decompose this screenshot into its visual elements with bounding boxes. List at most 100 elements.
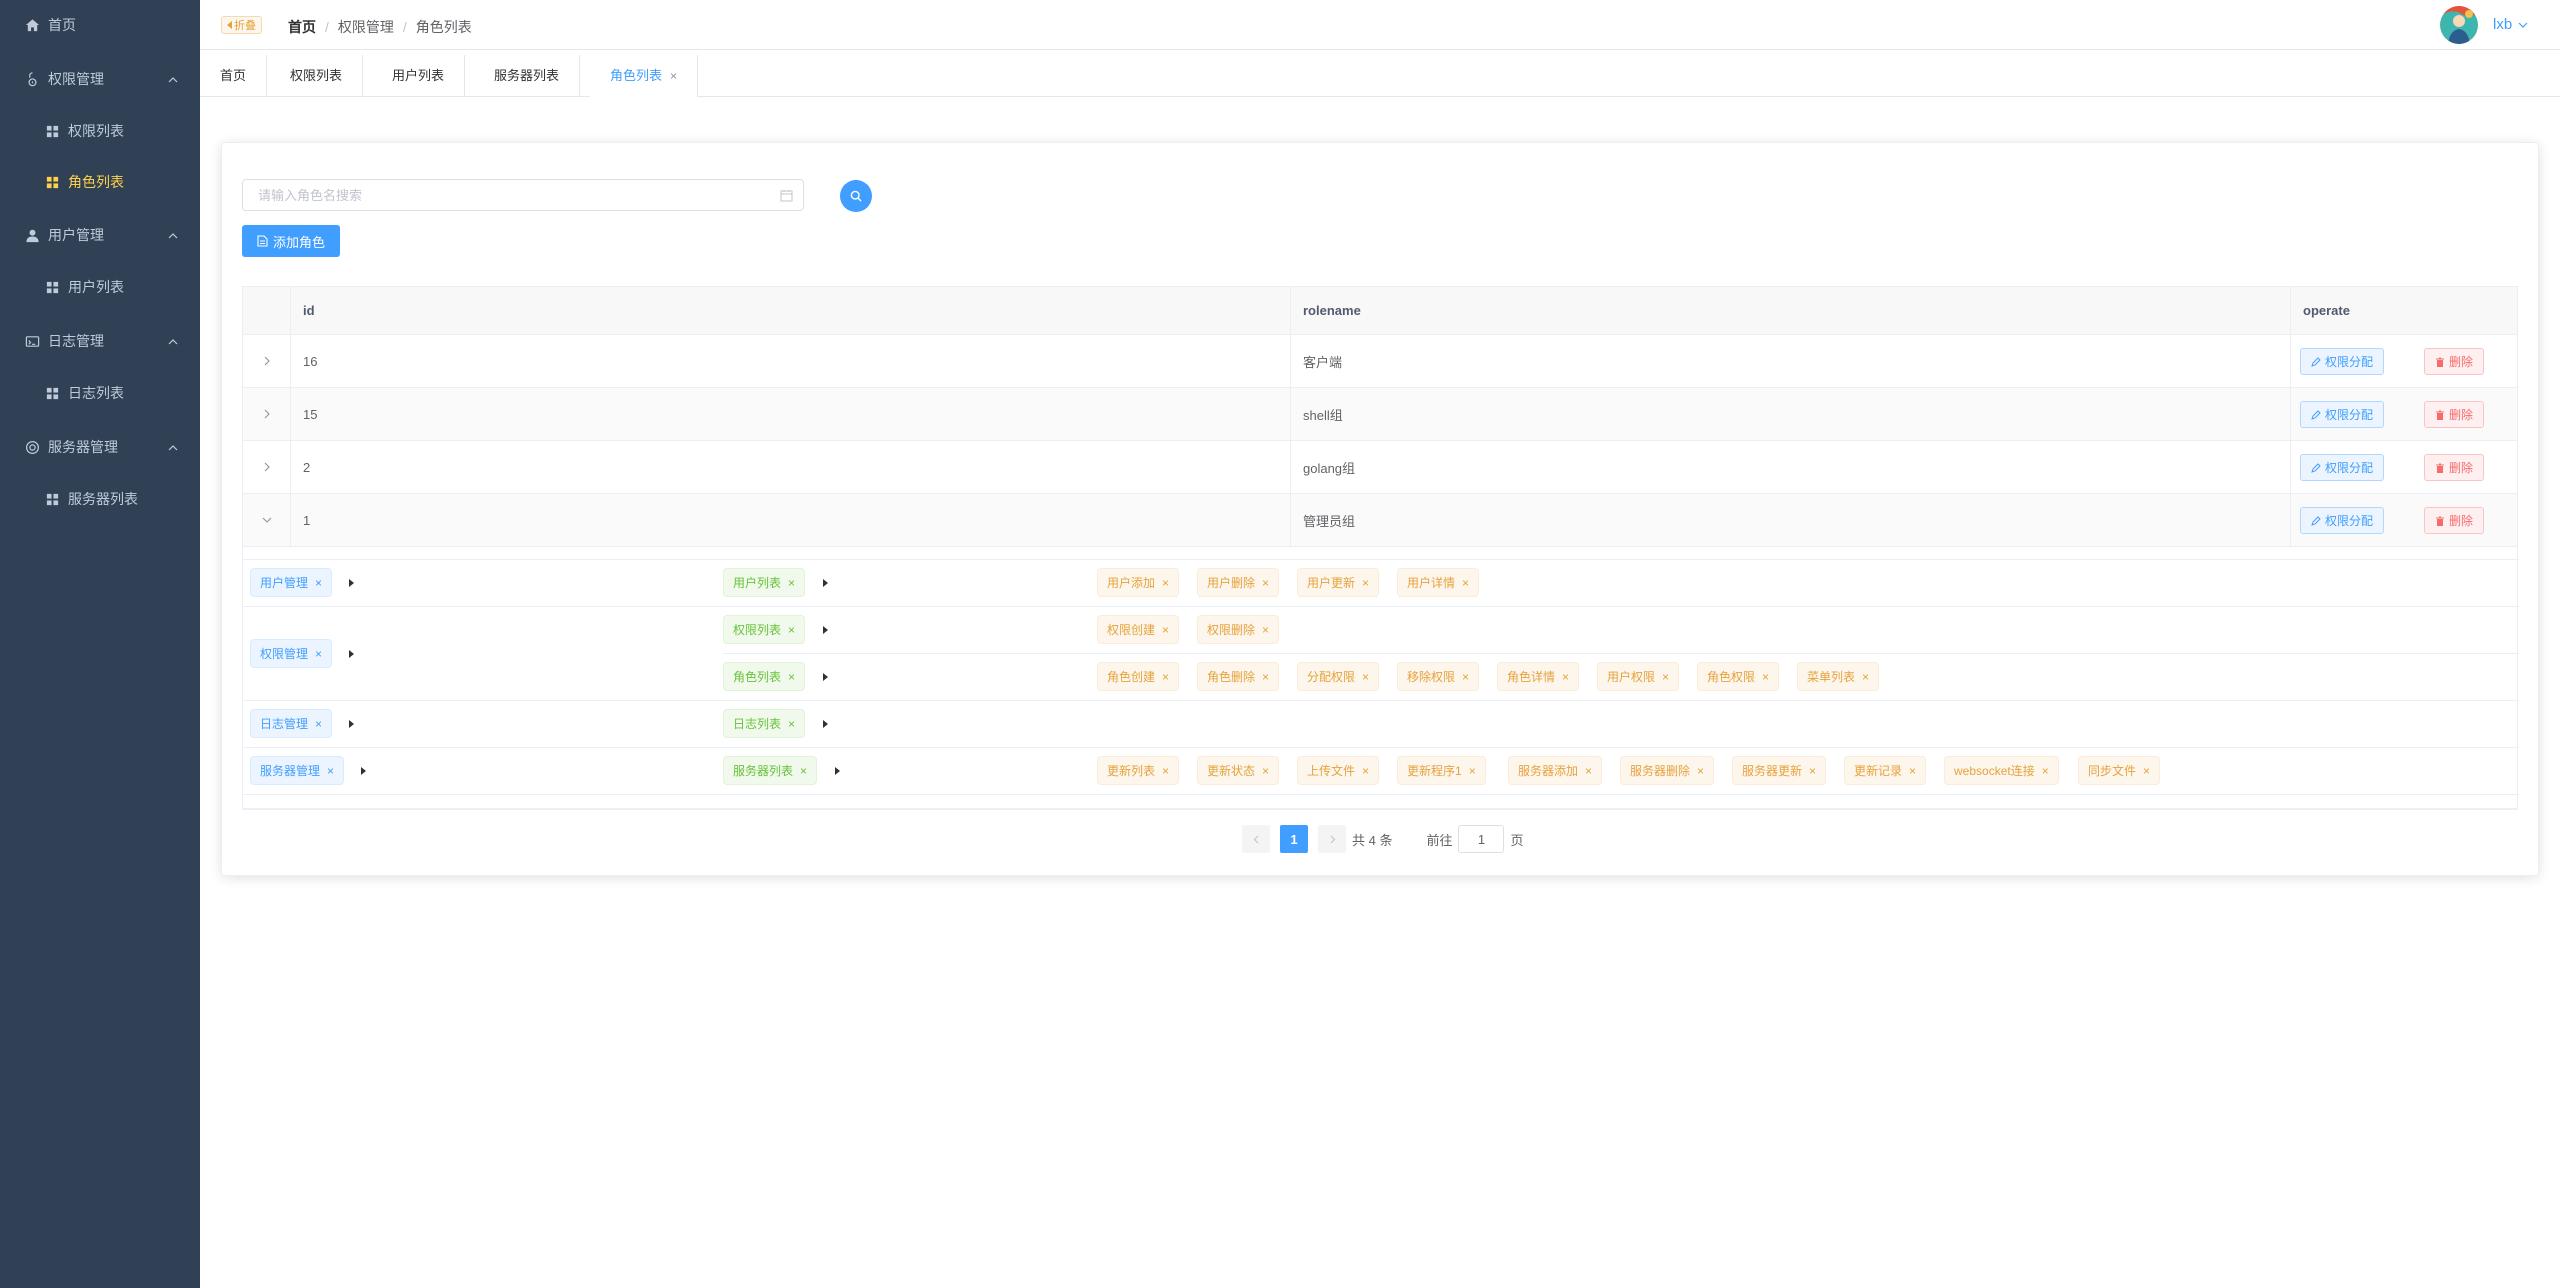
close-icon[interactable]: × (1362, 764, 1369, 778)
sidebar-item-user-management[interactable]: 用户管理 (0, 210, 200, 260)
close-icon[interactable]: × (788, 670, 795, 684)
sidebar-item-label: 日志管理 (48, 333, 104, 349)
permission-tag-l3: 用户添加 × (1097, 568, 1180, 597)
close-icon[interactable]: × (2042, 764, 2049, 778)
tab-home[interactable]: 首页 (200, 55, 268, 97)
divider (723, 653, 2519, 654)
delete-button[interactable]: 删除 (2424, 401, 2485, 428)
tab-permission-list[interactable]: 权限列表 (270, 55, 364, 97)
close-icon[interactable]: × (1909, 764, 1916, 778)
permission-tag-l3: 权限删除 × (1197, 615, 1280, 644)
close-icon[interactable]: × (1162, 764, 1169, 778)
tag-label: 更新程序1 (1407, 764, 1462, 778)
caret-right-icon (823, 720, 828, 728)
close-icon[interactable]: × (1462, 576, 1469, 590)
close-icon[interactable]: × (670, 69, 677, 83)
tag-label: 服务器列表 (733, 764, 794, 778)
sidebar-item-server-list[interactable]: 服务器列表 (0, 474, 200, 524)
delete-button[interactable]: 删除 (2424, 507, 2485, 534)
tag-label: 菜单列表 (1807, 670, 1856, 684)
add-role-button[interactable]: 添加角色 (242, 225, 341, 257)
permission-tag-l3: 用户详情 × (1397, 568, 1480, 597)
chevron-down-icon (2518, 22, 2528, 28)
sidebar-item-log-list[interactable]: 日志列表 (0, 368, 200, 418)
breadcrumb-home[interactable]: 首页 (288, 17, 316, 37)
sidebar-item-server-management[interactable]: 服务器管理 (0, 422, 200, 472)
close-icon[interactable]: × (1262, 576, 1269, 590)
assign-permission-button[interactable]: 权限分配 (2300, 348, 2385, 375)
tab-user-list[interactable]: 用户列表 (372, 55, 466, 97)
chevron-right-icon (262, 356, 272, 366)
close-icon[interactable]: × (788, 623, 795, 637)
permission-tag-l3: 角色创建 × (1097, 662, 1180, 691)
avatar[interactable] (2440, 6, 2478, 44)
goto-page-input[interactable] (1458, 825, 1505, 853)
close-icon[interactable]: × (1562, 670, 1569, 684)
close-icon[interactable]: × (315, 647, 322, 661)
close-icon[interactable]: × (1585, 764, 1592, 778)
sidebar-item-permission-management[interactable]: 权限管理 (0, 54, 200, 104)
caret-right-icon (823, 626, 828, 634)
close-icon[interactable]: × (1162, 623, 1169, 637)
page-number[interactable]: 1 (1280, 825, 1308, 853)
close-icon[interactable]: × (2143, 764, 2150, 778)
tab-role-list[interactable]: 角色列表 × (590, 55, 699, 97)
next-page-button[interactable] (1318, 825, 1346, 853)
close-icon[interactable]: × (1662, 670, 1669, 684)
log-icon (24, 333, 40, 349)
user-dropdown[interactable]: lxb (2493, 16, 2528, 33)
close-icon[interactable]: × (1162, 670, 1169, 684)
delete-button[interactable]: 删除 (2424, 454, 2485, 481)
close-icon[interactable]: × (1362, 670, 1369, 684)
close-icon[interactable]: × (1262, 670, 1269, 684)
close-icon[interactable]: × (1262, 623, 1269, 637)
close-icon[interactable]: × (1862, 670, 1869, 684)
sidebar-item-log-management[interactable]: 日志管理 (0, 316, 200, 366)
close-icon[interactable]: × (1762, 670, 1769, 684)
close-icon[interactable]: × (788, 717, 795, 731)
expand-toggle[interactable] (243, 335, 291, 387)
trash-icon (2436, 410, 2444, 420)
tag-label: 用户管理 (260, 576, 309, 590)
caret-right-icon (823, 579, 828, 587)
close-icon[interactable]: × (1462, 670, 1469, 684)
close-icon[interactable]: × (1469, 764, 1476, 778)
close-icon[interactable]: × (1162, 576, 1169, 590)
tab-server-list[interactable]: 服务器列表 (474, 55, 581, 97)
cell-rolename: shell组 (1291, 388, 2291, 440)
close-icon[interactable]: × (315, 576, 322, 590)
assign-permission-button[interactable]: 权限分配 (2300, 454, 2385, 481)
permission-tag-l3: 更新列表 × (1097, 756, 1180, 785)
close-icon[interactable]: × (1697, 764, 1704, 778)
close-icon[interactable]: × (1362, 576, 1369, 590)
sidebar-item-role-list[interactable]: 角色列表 (0, 157, 200, 207)
expand-toggle[interactable] (243, 494, 291, 546)
tag-label: 服务器删除 (1630, 764, 1691, 778)
sidebar-item-user-list[interactable]: 用户列表 (0, 262, 200, 312)
expand-toggle[interactable] (243, 388, 291, 440)
sidebar-item-home[interactable]: 首页 (0, 0, 200, 50)
sidebar-item-permission-list[interactable]: 权限列表 (0, 106, 200, 156)
close-icon[interactable]: × (315, 717, 322, 731)
close-icon[interactable]: × (1809, 764, 1816, 778)
search-button[interactable] (840, 180, 872, 212)
caret-right-icon (349, 579, 354, 587)
delete-button[interactable]: 删除 (2424, 348, 2485, 375)
lock-icon (24, 71, 40, 87)
tag-label: 权限删除 (1207, 623, 1256, 637)
tag-label: 角色列表 (733, 670, 782, 684)
divider (243, 559, 2519, 560)
permission-tag-l2: 日志列表 × (723, 709, 806, 738)
assign-permission-button[interactable]: 权限分配 (2300, 401, 2385, 428)
expand-toggle[interactable] (243, 441, 291, 493)
close-icon[interactable]: × (1262, 764, 1269, 778)
search-input[interactable] (258, 187, 788, 203)
cell-rolename: 客户端 (1291, 335, 2291, 387)
tag-label: 分配权限 (1307, 670, 1356, 684)
fold-button[interactable]: 折叠 (221, 16, 262, 34)
close-icon[interactable]: × (800, 764, 807, 778)
assign-permission-button[interactable]: 权限分配 (2300, 507, 2385, 534)
close-icon[interactable]: × (327, 764, 334, 778)
close-icon[interactable]: × (788, 576, 795, 590)
prev-page-button[interactable] (1242, 825, 1270, 853)
